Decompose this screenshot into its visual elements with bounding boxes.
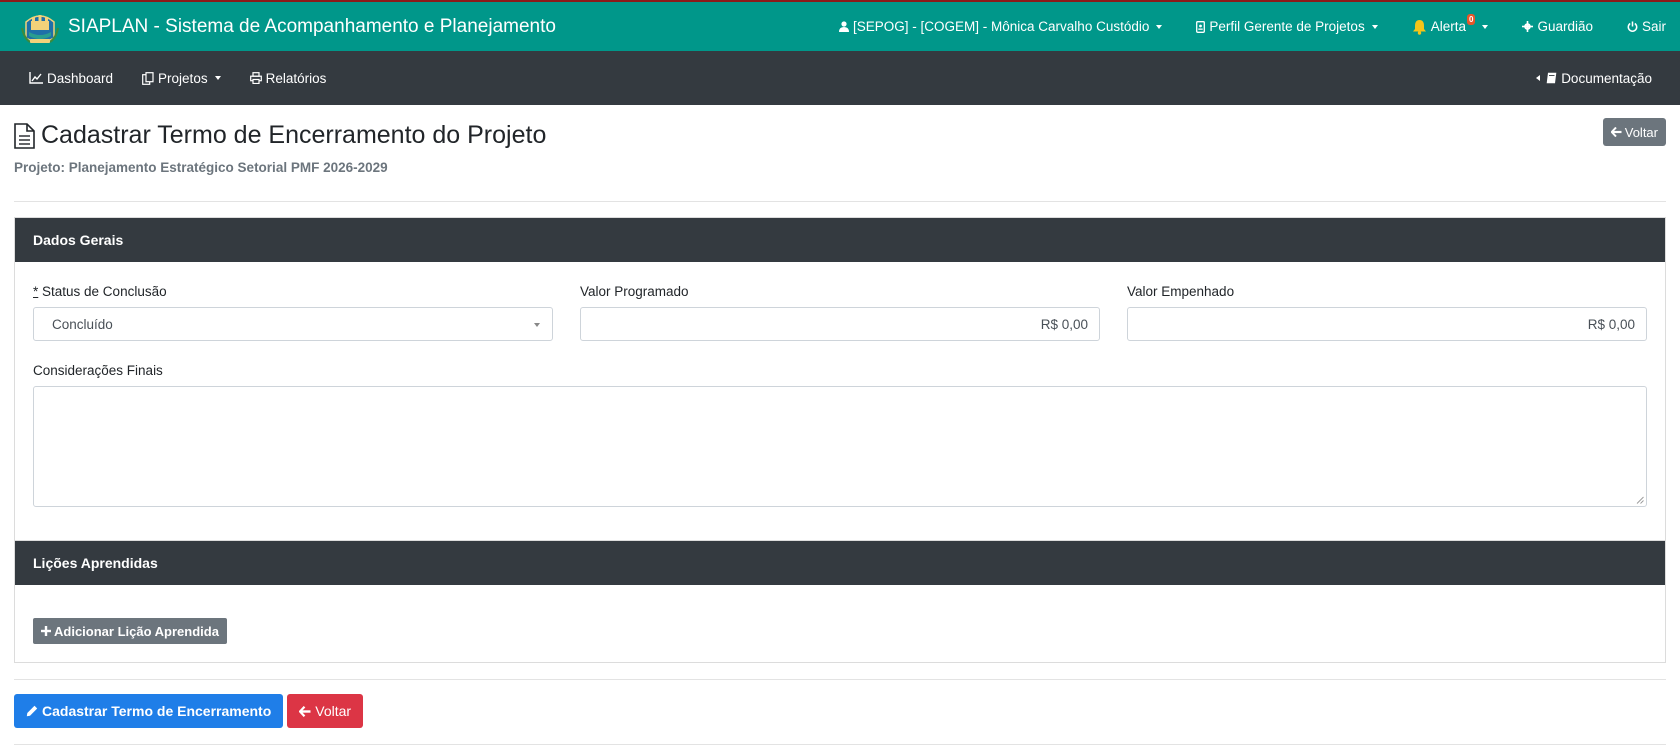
nav-dashboard[interactable]: Dashboard (29, 71, 113, 86)
chevron-down-icon (1482, 24, 1489, 29)
resize-grip-icon[interactable] (1636, 496, 1644, 504)
chevron-down-icon (1371, 24, 1378, 29)
divider (14, 679, 1666, 680)
status-select[interactable]: Concluído (33, 307, 553, 341)
arrow-left-icon (299, 705, 311, 717)
programmed-value-label: Valor Programado (580, 284, 689, 299)
final-considerations-label: Considerações Finais (33, 363, 163, 378)
app-title: SIAPLAN - Sistema de Acompanhamento e Pl… (68, 15, 556, 37)
project-subtitle: Projeto: Planejamento Estratégico Setori… (14, 160, 388, 175)
pencil-icon (26, 705, 38, 717)
committed-value-label: Valor Empenhado (1127, 284, 1235, 299)
book-icon (1546, 72, 1557, 84)
guardian-link[interactable]: Guardião (1522, 19, 1593, 34)
status-label: * Status de Conclusão (33, 284, 553, 299)
city-coat-of-arms-logo (21, 14, 59, 43)
power-icon (1627, 21, 1638, 32)
lessons-learned-header: Lições Aprendidas (15, 541, 1665, 585)
brand[interactable]: SIAPLAN - Sistema de Acompanhamento e Pl… (20, 8, 556, 46)
page-title-text: Cadastrar Termo de Encerramento do Proje… (41, 121, 547, 149)
document-icon (14, 122, 35, 149)
final-considerations-textarea[interactable] (33, 386, 1647, 507)
nav-documentation[interactable]: Documentação (1536, 71, 1652, 86)
arrow-left-icon (1610, 127, 1622, 137)
nav-reports[interactable]: Relatórios (249, 70, 327, 86)
guardian-label: Guardião (1537, 19, 1593, 34)
nav-dashboard-label: Dashboard (47, 70, 114, 86)
divider (14, 744, 1666, 745)
add-lesson-button[interactable]: Adicionar Lição Aprendida (33, 618, 227, 644)
line-chart-icon (29, 72, 43, 84)
back-button-bottom-label: Voltar (315, 703, 352, 719)
gear-icon (1522, 21, 1534, 32)
projects-icon (142, 71, 154, 85)
logout-link[interactable]: Sair (1627, 19, 1666, 34)
id-badge-icon (1196, 20, 1206, 33)
main-navbar: Dashboard Projetos Relatórios Documentaç… (0, 51, 1680, 105)
logout-label: Sair (1641, 19, 1666, 34)
status-label-text: Status de Conclusão (38, 284, 167, 299)
back-button-bottom[interactable]: Voltar (287, 694, 364, 728)
page-title: Cadastrar Termo de Encerramento do Proje… (14, 121, 546, 150)
page-header: Cadastrar Termo de Encerramento do Proje… (14, 105, 1666, 202)
programmed-value-field[interactable]: R$ 0,00 (580, 307, 1100, 341)
lessons-learned-card: Lições Aprendidas Adicionar Lição Aprend… (14, 541, 1666, 663)
submit-button-label: Cadastrar Termo de Encerramento (42, 703, 272, 719)
nav-projects-label: Projetos (158, 70, 208, 86)
nav-documentation-label: Documentação (1561, 70, 1652, 86)
general-data-card: Dados Gerais * Status de Conclusão Concl… (14, 217, 1666, 541)
chevron-down-icon (214, 76, 221, 80)
committed-value: R$ 0,00 (1587, 316, 1635, 332)
plus-icon (41, 626, 51, 636)
back-button-top-label: Voltar (1624, 124, 1658, 140)
back-button-top[interactable]: Voltar (1602, 118, 1666, 146)
nav-reports-label: Relatórios (265, 70, 327, 86)
user-menu[interactable]: [SEPOG] - [COGEM] - Mônica Carvalho Cust… (839, 19, 1163, 34)
chevron-down-icon (534, 323, 540, 327)
committed-value-field[interactable]: R$ 0,00 (1127, 307, 1647, 341)
submit-closing-term-button[interactable]: Cadastrar Termo de Encerramento (14, 694, 284, 728)
nav-projects[interactable]: Projetos (142, 71, 221, 86)
chevron-down-icon (1156, 24, 1163, 29)
programmed-value: R$ 0,00 (1040, 316, 1088, 332)
profile-menu-label: Perfil Gerente de Projetos (1209, 19, 1365, 34)
add-lesson-button-label: Adicionar Lição Aprendida (54, 623, 219, 639)
form-actions: Cadastrar Termo de Encerramento Voltar (14, 694, 1666, 728)
alerts-count-badge: 0 (1466, 14, 1476, 25)
chevron-left-icon (1536, 75, 1541, 81)
status-select-value: Concluído (52, 316, 113, 332)
profile-menu[interactable]: Perfil Gerente de Projetos (1196, 19, 1378, 34)
general-data-header: Dados Gerais (15, 218, 1665, 262)
user-menu-label: [SEPOG] - [COGEM] - Mônica Carvalho Cust… (853, 19, 1150, 34)
top-header: SIAPLAN - Sistema de Acompanhamento e Pl… (0, 0, 1680, 51)
user-icon (839, 21, 850, 32)
bell-icon (1412, 19, 1426, 35)
alerts-menu[interactable]: Alerta 0 (1412, 14, 1489, 35)
printer-icon (249, 72, 262, 84)
alerts-label: Alerta (1430, 19, 1466, 34)
